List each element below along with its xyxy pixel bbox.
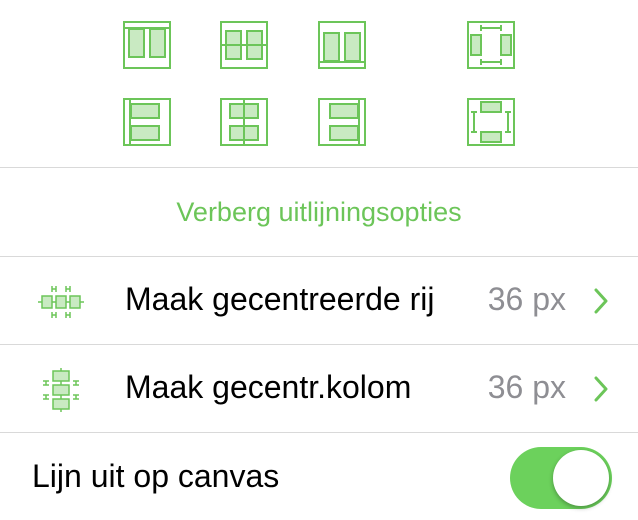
chevron-right-icon <box>594 376 608 402</box>
row-label: Maak gecentreerde rij <box>125 281 435 317</box>
align-to-canvas-switch[interactable] <box>510 447 612 509</box>
align-top-columns-icon[interactable] <box>123 21 171 69</box>
hide-alignment-options-button[interactable]: Verberg uitlijningsopties <box>0 168 638 256</box>
align-to-canvas-label: Lijn uit op canvas <box>32 458 280 494</box>
make-centered-row[interactable]: Maak gecentreerde rij 36 px <box>0 257 638 345</box>
centered-column-icon <box>36 367 86 413</box>
switch-knob <box>553 450 609 506</box>
align-right-rows-icon[interactable] <box>318 98 366 146</box>
align-vertical-center-columns-icon[interactable] <box>220 21 268 69</box>
centered-row-icon <box>36 279 86 325</box>
row-value: 36 px <box>487 281 566 317</box>
make-centered-column[interactable]: Maak gecentr.kolom 36 px <box>0 345 638 433</box>
align-left-rows-icon[interactable] <box>123 98 171 146</box>
alignment-options-grid <box>0 0 638 168</box>
row-value: 36 px <box>487 369 566 405</box>
distribute-vertical-icon[interactable] <box>467 98 515 146</box>
row-label: Maak gecentr.kolom <box>125 369 412 405</box>
distribute-horizontal-icon[interactable] <box>467 21 515 69</box>
chevron-right-icon <box>594 288 608 314</box>
align-bottom-columns-icon[interactable] <box>318 21 366 69</box>
align-horizontal-center-rows-icon[interactable] <box>220 98 268 146</box>
